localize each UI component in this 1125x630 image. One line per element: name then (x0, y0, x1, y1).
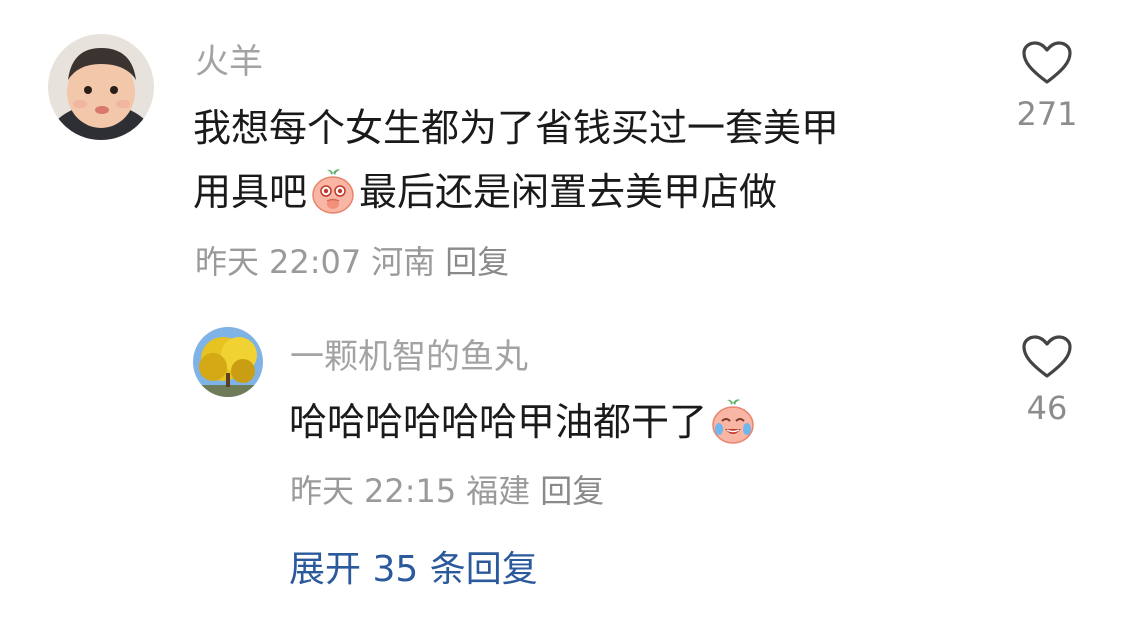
comment-time: 22:15 (364, 472, 457, 510)
comment-text-fragment: 哈哈哈哈哈哈甲油都干了 (289, 400, 708, 444)
comment-text: 哈哈哈哈哈哈甲油都干了 (289, 390, 759, 454)
reply-button[interactable]: 回复 (540, 472, 604, 510)
like-count: 271 (1016, 95, 1078, 133)
like-button[interactable]: 46 (1007, 334, 1087, 424)
like-count: 46 (1026, 389, 1068, 427)
username[interactable]: 一颗机智的鱼丸 (290, 340, 528, 374)
comment-text-fragment: 最后还是闲置去美甲店做 (359, 170, 778, 214)
comment-text-fragment: 用具吧 (193, 170, 308, 214)
heart-outline-icon[interactable] (1007, 40, 1087, 86)
shy-peach-emoji-icon (309, 167, 357, 215)
avatar[interactable] (48, 34, 154, 140)
heart-outline-icon[interactable] (1007, 334, 1087, 380)
comment-meta: 昨天 22:15 福建 回复 (290, 475, 614, 507)
comment-text-line: 我想每个女生都为了省钱买过一套美甲 (193, 106, 840, 150)
expand-replies-button[interactable]: 展开 35 条回复 (289, 552, 538, 588)
username[interactable]: 火羊 (195, 45, 263, 79)
comment-date: 昨天 (290, 472, 355, 510)
avatar[interactable] (193, 327, 263, 397)
comment-time: 22:07 (269, 243, 362, 281)
comment-location: 福建 (466, 472, 531, 510)
comment-meta: 昨天 22:07 河南 回复 (195, 246, 519, 278)
comment-text: 我想每个女生都为了省钱买过一套美甲 用具吧 最后还是闲置去美甲店做 (193, 96, 839, 224)
laughing-crying-peach-emoji-icon (709, 397, 757, 445)
comment-text-line: 用具吧 最后还是闲置去美甲店做 (193, 160, 839, 224)
like-button[interactable]: 271 (1007, 40, 1087, 130)
comment-location: 河南 (371, 243, 436, 281)
reply-button[interactable]: 回复 (445, 243, 509, 281)
comment-date: 昨天 (195, 243, 260, 281)
